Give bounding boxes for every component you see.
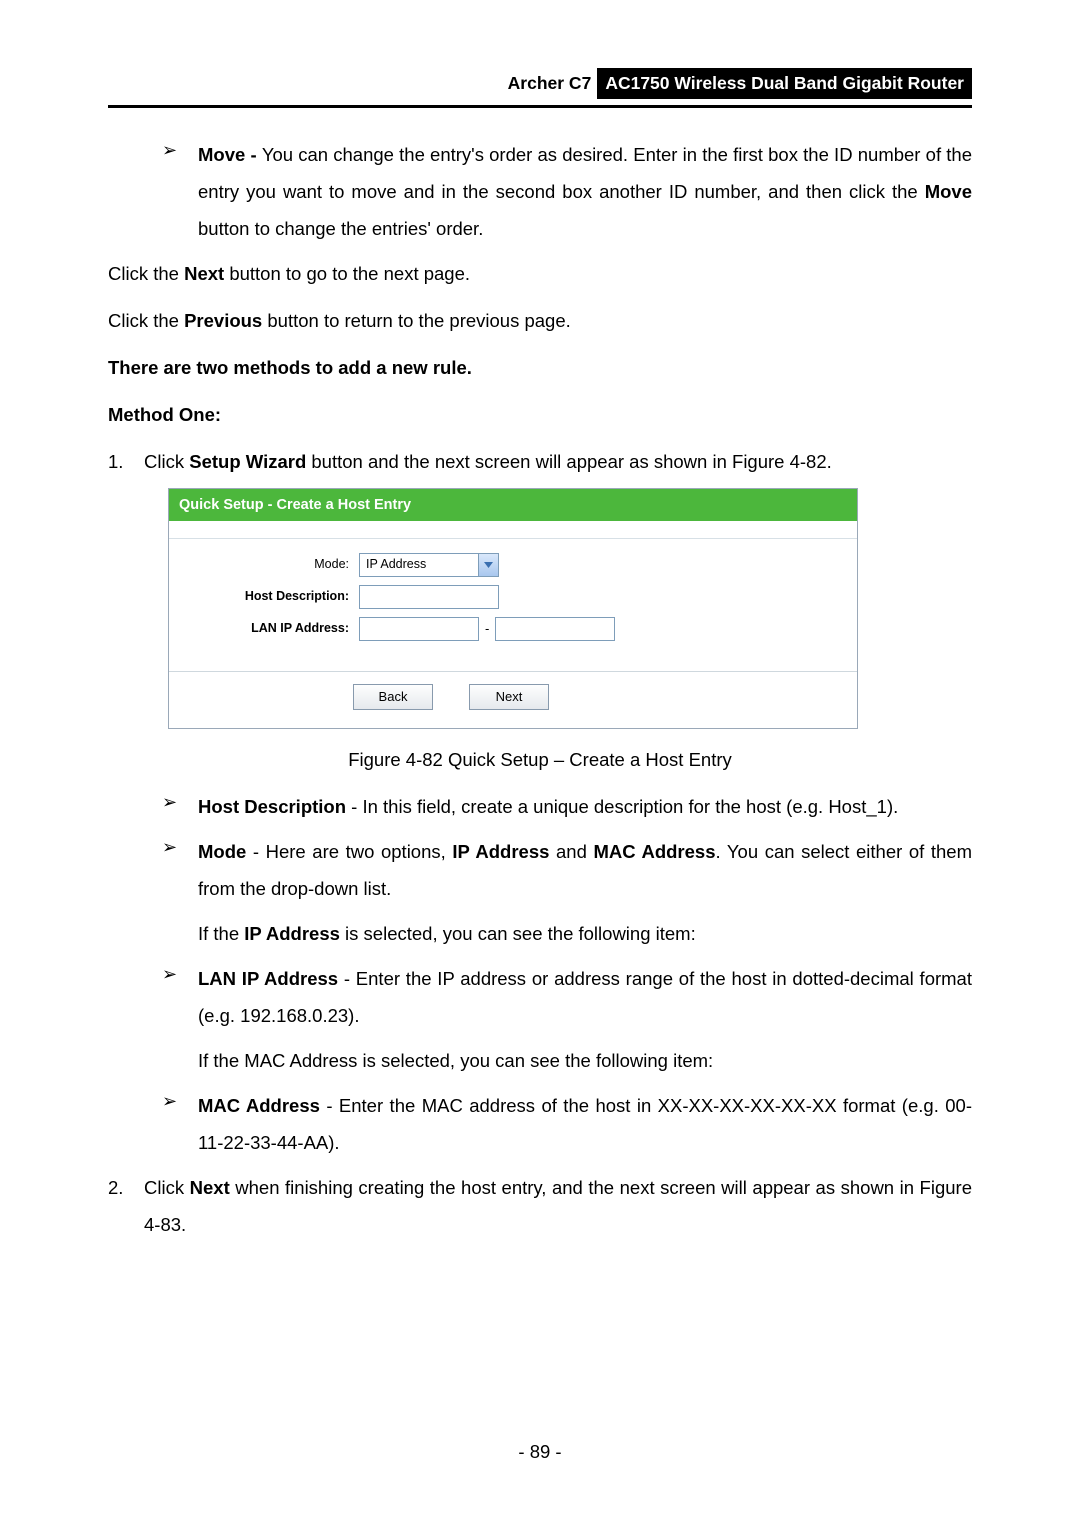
- mode-row: Mode: IP Address: [185, 553, 841, 577]
- step-1-text: Click Setup Wizard button and the next s…: [144, 443, 972, 480]
- bullet-host-description: ➢ Host Description - In this field, crea…: [162, 788, 972, 825]
- figure-footer: Back Next: [169, 671, 857, 728]
- figure-title: Quick Setup - Create a Host Entry: [169, 489, 857, 521]
- host-description-label: Host Description:: [185, 588, 359, 606]
- mode-select-value: IP Address: [366, 556, 426, 574]
- lan-ip-label: LAN IP Address:: [185, 620, 359, 638]
- page-header: Archer C7 AC1750 Wireless Dual Band Giga…: [108, 68, 972, 99]
- step-1: 1. Click Setup Wizard button and the nex…: [108, 443, 972, 480]
- two-methods-heading: There are two methods to add a new rule.: [108, 349, 972, 386]
- mode-select[interactable]: IP Address: [359, 553, 499, 577]
- figure-caption: Figure 4-82 Quick Setup – Create a Host …: [108, 741, 972, 778]
- ip-range-dash: -: [485, 620, 489, 638]
- bullet-marker-icon: ➢: [162, 833, 198, 907]
- bullet-lan-ip: ➢ LAN IP Address - Enter the IP address …: [162, 960, 972, 1034]
- bullet-move-text: Move - You can change the entry's order …: [198, 136, 972, 247]
- bullet-marker-icon: ➢: [162, 788, 198, 825]
- step-2-index: 2.: [108, 1169, 144, 1243]
- if-ip-para: If the IP Address is selected, you can s…: [108, 915, 972, 952]
- click-next-para: Click the Next button to go to the next …: [108, 255, 972, 292]
- bullet-mode-text: Mode - Here are two options, IP Address …: [198, 833, 972, 907]
- bullet-marker-icon: ➢: [162, 1087, 198, 1161]
- mode-label: Mode:: [185, 556, 359, 574]
- chevron-down-icon: [478, 554, 498, 576]
- bullet-mac-address: ➢ MAC Address - Enter the MAC address of…: [162, 1087, 972, 1161]
- page-number: - 89 -: [0, 1439, 1080, 1465]
- host-description-row: Host Description:: [185, 585, 841, 609]
- bullet-lan-ip-text: LAN IP Address - Enter the IP address or…: [198, 960, 972, 1034]
- lan-ip-from-input[interactable]: [359, 617, 479, 641]
- method-one-heading: Method One:: [108, 396, 972, 433]
- lan-ip-row: LAN IP Address: -: [185, 617, 841, 641]
- figure-quick-setup: Quick Setup - Create a Host Entry Mode: …: [168, 488, 858, 729]
- next-button[interactable]: Next: [469, 684, 549, 710]
- host-description-input[interactable]: [359, 585, 499, 609]
- model-label: Archer C7: [508, 71, 598, 96]
- step-1-index: 1.: [108, 443, 144, 480]
- figure-gap: [169, 521, 857, 539]
- bullet-marker-icon: ➢: [162, 136, 198, 247]
- if-mac-para: If the MAC Address is selected, you can …: [108, 1042, 972, 1079]
- bullet-move: ➢ Move - You can change the entry's orde…: [162, 136, 972, 247]
- step-2: 2. Click Next when finishing creating th…: [108, 1169, 972, 1243]
- header-divider: [108, 105, 972, 108]
- product-badge: AC1750 Wireless Dual Band Gigabit Router: [597, 68, 972, 99]
- step-2-text: Click Next when finishing creating the h…: [144, 1169, 972, 1243]
- bullet-mac-address-text: MAC Address - Enter the MAC address of t…: [198, 1087, 972, 1161]
- bullet-marker-icon: ➢: [162, 960, 198, 1034]
- bullet-host-description-text: Host Description - In this field, create…: [198, 788, 972, 825]
- bullet-mode: ➢ Mode - Here are two options, IP Addres…: [162, 833, 972, 907]
- click-previous-para: Click the Previous button to return to t…: [108, 302, 972, 339]
- lan-ip-to-input[interactable]: [495, 617, 615, 641]
- back-button[interactable]: Back: [353, 684, 433, 710]
